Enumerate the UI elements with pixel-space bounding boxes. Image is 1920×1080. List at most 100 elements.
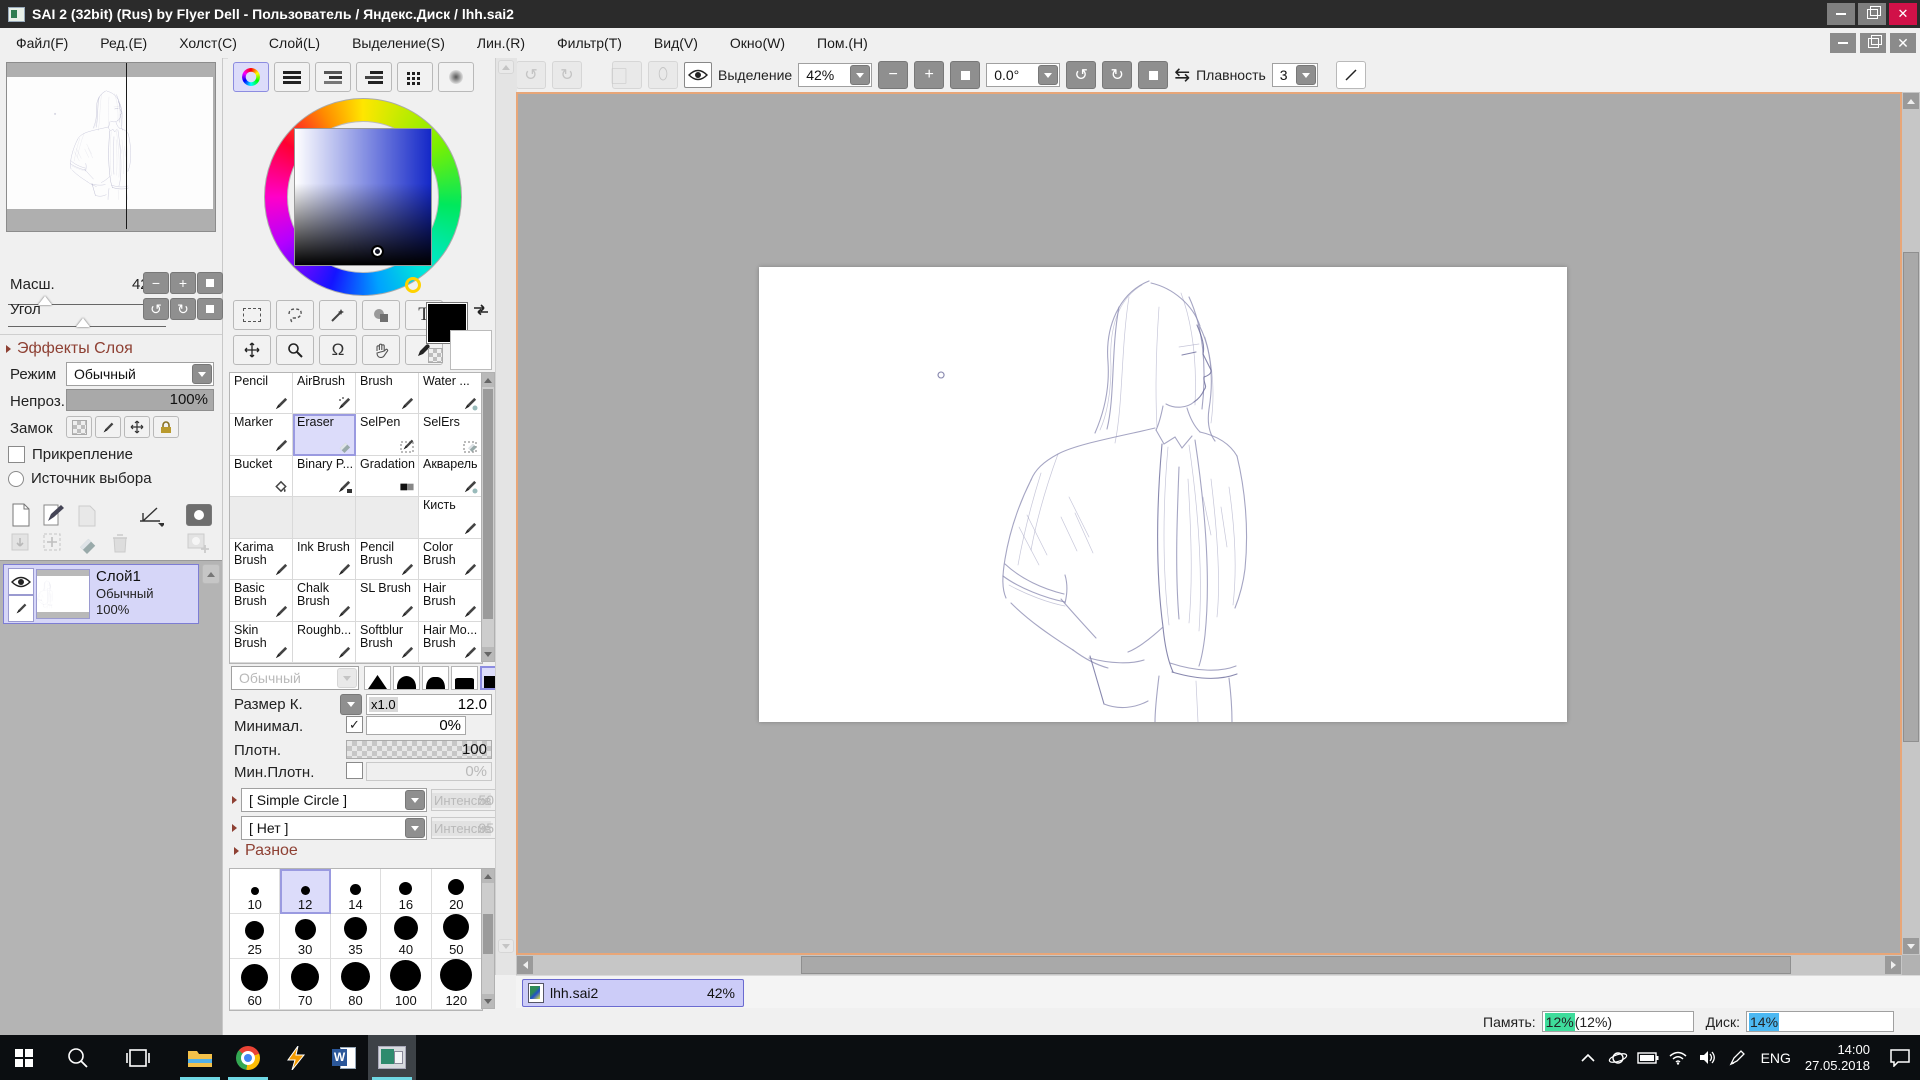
scroll-up-button[interactable] [1903, 93, 1919, 109]
menu-help[interactable]: Пом.(H) [801, 28, 884, 58]
move-tool-button[interactable] [233, 335, 271, 365]
nav-zoom-reset-button[interactable] [197, 272, 223, 294]
layer-visibility-toggle[interactable] [8, 568, 34, 595]
color-mixer-tab[interactable] [356, 62, 392, 92]
nav-zoom-in-button[interactable]: + [170, 272, 196, 294]
start-button[interactable] [0, 1035, 48, 1080]
pen-settings-button[interactable] [1723, 1049, 1753, 1066]
size-preset[interactable]: 30 [280, 914, 330, 959]
zoom-reset-button[interactable] [950, 61, 980, 89]
tool-softblur-brush[interactable]: Softblur Brush [356, 622, 419, 663]
size-preset[interactable]: 16 [381, 869, 431, 914]
chrome-button[interactable] [224, 1035, 272, 1080]
doc-minimize-button[interactable] [1830, 33, 1856, 53]
file-explorer-button[interactable] [176, 1035, 224, 1080]
sai-taskbar-button[interactable] [368, 1035, 416, 1080]
tool-marker[interactable]: Marker [230, 414, 293, 455]
menu-window[interactable]: Окно(W) [714, 28, 801, 58]
brush-shape-combo[interactable]: [ Simple Circle ] [241, 788, 427, 812]
canvas-vscrollbar[interactable] [1902, 92, 1920, 955]
clipping-group-row[interactable]: Прикрепление [8, 446, 133, 463]
tool-gradation[interactable]: Gradation [356, 456, 419, 497]
rotate-reset-button[interactable] [1138, 61, 1168, 89]
nav-zoom-out-button2[interactable]: − [143, 272, 169, 294]
swap-colors-button[interactable] [471, 301, 491, 321]
close-button[interactable]: ✕ [1889, 3, 1917, 25]
brush-size-unit-button[interactable] [340, 694, 362, 715]
merge-down-button[interactable] [10, 532, 30, 559]
brush-edge-round-button[interactable] [393, 666, 420, 690]
scroll-down-button[interactable] [1903, 938, 1919, 954]
nav-rotate-cw-button[interactable]: ↻ [170, 298, 196, 320]
size-preset-selected[interactable]: 12 [280, 869, 330, 914]
tool-chalk-brush[interactable]: Chalk Brush [293, 580, 356, 621]
new-layer-button[interactable] [10, 503, 32, 532]
zoom-combo[interactable]: 42% [798, 63, 872, 87]
scroll-down-button[interactable] [482, 994, 494, 1008]
zoom-out-button[interactable]: − [878, 61, 908, 89]
tool-karima-brush[interactable]: Karima Brush [230, 539, 293, 580]
angle-combo[interactable]: 0.0° [986, 63, 1060, 87]
tool-empty-slot[interactable] [356, 497, 419, 538]
winamp-button[interactable] [272, 1035, 320, 1080]
tool-binary-pen[interactable]: Binary P... [293, 456, 356, 497]
scratchpad-tab[interactable] [438, 62, 474, 92]
menu-line[interactable]: Лин.(R) [461, 28, 541, 58]
lock-paint-button[interactable] [95, 416, 121, 438]
smoothing-dropdown-button[interactable] [1296, 65, 1316, 85]
action-center-button[interactable] [1880, 1049, 1920, 1067]
marquee-tool-button[interactable] [233, 300, 271, 330]
brush-size-field[interactable]: x1.0 12.0 [366, 694, 492, 715]
layer-mask-button[interactable] [186, 504, 212, 526]
sv-square[interactable] [294, 128, 432, 266]
zoom-in-button[interactable]: + [914, 61, 944, 89]
brush-shape-intensity[interactable]: Интенсив 50 [431, 789, 497, 811]
clear-layer-button[interactable] [76, 532, 100, 559]
doc-restore-button[interactable] [1860, 33, 1886, 53]
size-preset[interactable]: 60 [230, 959, 280, 1010]
add-mask-button[interactable] [186, 532, 212, 559]
rotate-ccw-button[interactable]: ↺ [1066, 61, 1096, 89]
tool-kist[interactable]: Кисть [419, 497, 482, 538]
brush-min-density-checkbox[interactable] [346, 762, 363, 779]
dropdown-button[interactable] [405, 790, 425, 810]
panel-scroll-up-button[interactable] [498, 60, 514, 74]
tool-basic-brush[interactable]: Basic Brush [230, 580, 293, 621]
size-preset[interactable]: 14 [331, 869, 381, 914]
color-wheel-tab[interactable] [233, 62, 269, 92]
battery-indicator[interactable] [1633, 1052, 1663, 1064]
sv-cursor[interactable] [371, 245, 384, 258]
menu-layer[interactable]: Слой(L) [253, 28, 336, 58]
layer-row[interactable]: Слой1 Обычный 100% [3, 564, 199, 624]
navigator-preview[interactable] [6, 62, 216, 232]
brush-min-density-field[interactable]: 0% [366, 762, 492, 781]
size-preset[interactable]: 120 [432, 959, 482, 1010]
tool-hair-brush[interactable]: Hair Brush [419, 580, 482, 621]
tool-bucket[interactable]: Bucket [230, 456, 293, 497]
doc-close-button[interactable]: ✕ [1890, 33, 1916, 53]
tool-water[interactable]: Water ... [419, 373, 482, 414]
tool-pencil[interactable]: Pencil [230, 373, 293, 414]
clipping-checkbox[interactable] [8, 446, 25, 463]
misc-header[interactable]: Разное [234, 842, 298, 860]
menu-filter[interactable]: Фильтр(T) [541, 28, 638, 58]
word-button[interactable]: W [320, 1035, 368, 1080]
scroll-left-button[interactable] [517, 956, 533, 974]
delete-layer-button[interactable] [110, 532, 130, 559]
add-selection-button[interactable] [42, 532, 62, 559]
tool-selpen[interactable]: SelPen [356, 414, 419, 455]
smoothing-combo[interactable]: 3 [1272, 63, 1318, 87]
swatches-tab[interactable] [397, 62, 433, 92]
tool-empty-slot[interactable] [230, 497, 293, 538]
scrollbar-thumb[interactable] [483, 389, 493, 619]
layer-mode-combo[interactable]: Обычный [66, 362, 214, 386]
size-presets-scrollbar[interactable] [481, 868, 495, 1009]
tool-roughbrush[interactable]: Roughb... [293, 622, 356, 663]
ruler-tool-button[interactable] [138, 505, 164, 532]
scroll-right-button[interactable] [1885, 956, 1901, 974]
nav-rotate-reset-button[interactable] [197, 298, 223, 320]
zoom-tool-button[interactable] [276, 335, 314, 365]
document-tab[interactable]: lhh.sai2 42% [522, 979, 744, 1007]
restore-button[interactable] [1858, 3, 1886, 25]
brush-preset-combo[interactable]: Обычный [231, 666, 359, 690]
